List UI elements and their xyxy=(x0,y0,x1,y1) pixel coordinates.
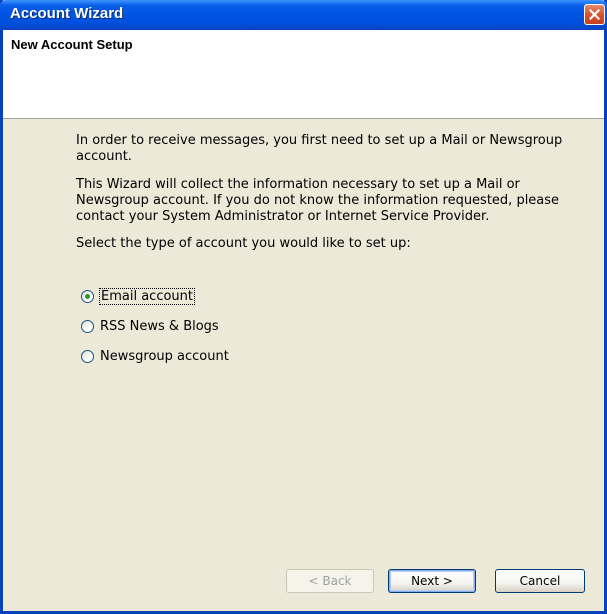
radio-newsgroup-account[interactable]: Newsgroup account xyxy=(81,347,229,365)
radio-button[interactable] xyxy=(81,319,94,333)
page-title: New Account Setup xyxy=(11,37,133,52)
cancel-button[interactable]: Cancel xyxy=(495,569,585,593)
close-button[interactable] xyxy=(584,4,605,25)
intro-text: In order to receive messages, you first … xyxy=(76,133,563,164)
back-button[interactable]: < Back xyxy=(286,569,374,593)
radio-label-rss[interactable]: RSS News & Blogs xyxy=(100,319,219,334)
close-icon xyxy=(589,9,600,20)
radio-label-newsgroup[interactable]: Newsgroup account xyxy=(100,349,229,364)
radio-rss-news-blogs[interactable]: RSS News & Blogs xyxy=(81,317,219,335)
account-wizard-window: Account Wizard New Account Setup In orde… xyxy=(0,0,607,614)
radio-label-email[interactable]: Email account xyxy=(99,287,195,305)
radio-button-checked[interactable] xyxy=(81,289,94,303)
title-bar[interactable]: Account Wizard xyxy=(0,0,607,30)
select-prompt: Select the type of account you would lik… xyxy=(76,236,411,251)
radio-email-account[interactable]: Email account xyxy=(81,287,195,305)
info-text: This Wizard will collect the information… xyxy=(76,177,560,224)
next-button[interactable]: Next > xyxy=(388,569,476,593)
radio-button[interactable] xyxy=(81,349,94,363)
window-title: Account Wizard xyxy=(10,5,124,22)
